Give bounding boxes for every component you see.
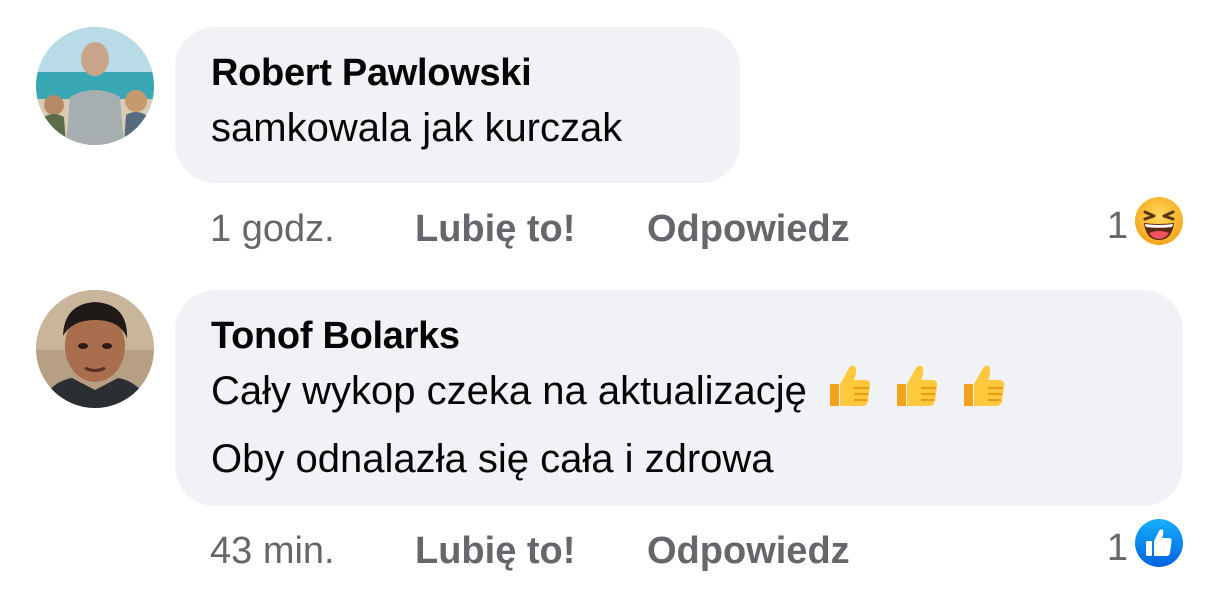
reaction-count: 1: [1106, 526, 1128, 569]
comment-time[interactable]: 43 min.: [210, 530, 415, 573]
thumbs-up-emoji-icon: [891, 360, 941, 428]
laughing-face-icon: [1134, 196, 1184, 256]
reaction-count: 1: [1106, 204, 1128, 247]
reaction-summary[interactable]: 1: [1107, 518, 1184, 578]
thumbs-up-emoji-icon: [824, 360, 874, 428]
comment-bubble: Tonof Bolarks Cały wykop czeka na aktual…: [175, 290, 1183, 506]
thumbs-up-emoji-icon: [958, 360, 1008, 428]
comment-text: Cały wykop czeka na aktualizację: [211, 369, 807, 413]
like-button[interactable]: Lubię to!: [415, 530, 647, 573]
comment-author[interactable]: Robert Pawlowski: [211, 49, 704, 97]
reply-button[interactable]: Odpowiedz: [647, 530, 850, 573]
comment-text: samkowala jak kurczak: [211, 106, 623, 150]
comment-time[interactable]: 1 godz.: [210, 208, 415, 251]
comment-actions: 1 godz. Lubię to! Odpowiedz: [210, 199, 850, 259]
comment-actions: 43 min. Lubię to! Odpowiedz: [210, 521, 850, 581]
comment-author[interactable]: Tonof Bolarks: [211, 312, 1147, 360]
reply-button[interactable]: Odpowiedz: [647, 208, 850, 251]
avatar[interactable]: [36, 27, 154, 145]
like-thumb-icon: [1134, 518, 1184, 578]
like-button[interactable]: Lubię to!: [415, 208, 647, 251]
comment-text-line: Cały wykop czeka na aktualizację: [211, 360, 1147, 428]
avatar[interactable]: [36, 290, 154, 408]
comment-bubble: Robert Pawlowski samkowala jak kurczak: [175, 27, 740, 183]
comment-text: Oby odnalazła się cała i zdrowa: [211, 437, 774, 481]
reaction-summary[interactable]: 1: [1107, 196, 1184, 256]
